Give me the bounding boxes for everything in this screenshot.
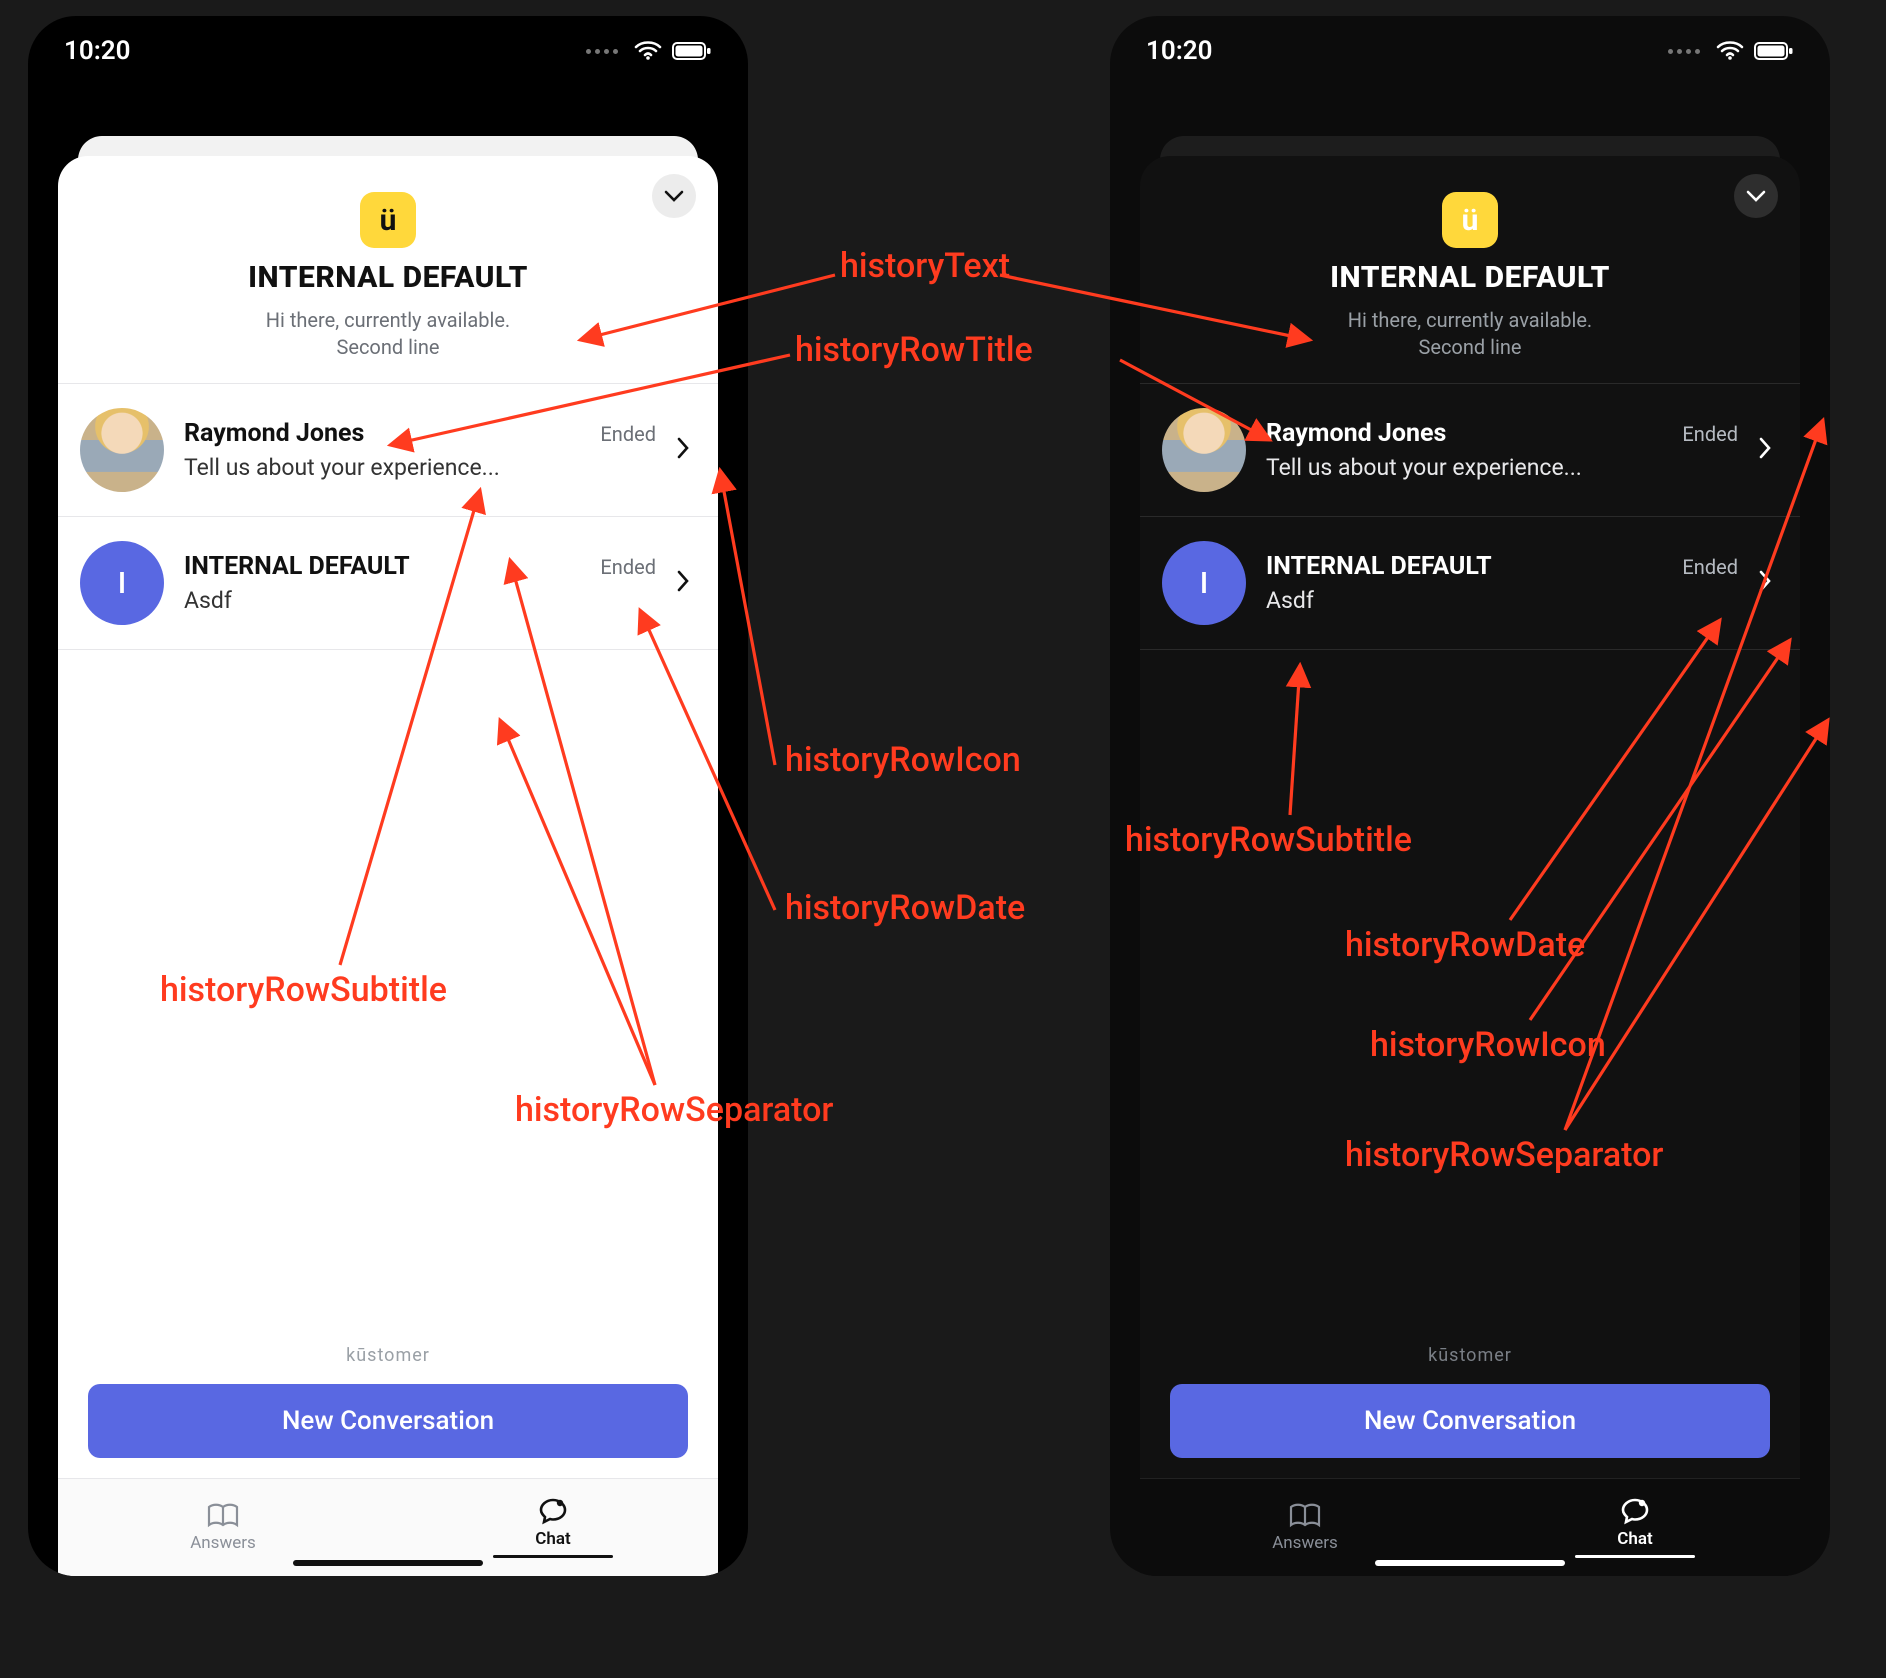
chat-icon (538, 1497, 568, 1525)
history-row-date: Ended (600, 422, 656, 446)
page-title: INTERNAL DEFAULT (1330, 260, 1610, 295)
row-body: INTERNAL DEFAULT Ended Asdf (184, 552, 656, 614)
history-row-subtitle: Tell us about your experience... (1266, 454, 1738, 481)
sheet-header: ü INTERNAL DEFAULT Hi there, currently a… (1140, 156, 1800, 383)
history-rows: Raymond Jones Ended Tell us about your e… (1140, 384, 1800, 650)
chevron-down-icon (1746, 190, 1766, 202)
history-text: Hi there, currently available. Second li… (1348, 307, 1592, 361)
new-conversation-button[interactable]: New Conversation (88, 1384, 688, 1458)
book-icon (206, 1503, 240, 1529)
status-right (586, 41, 712, 61)
history-row-date: Ended (600, 555, 656, 579)
page-title: INTERNAL DEFAULT (248, 260, 528, 295)
history-row-title: Raymond Jones (184, 419, 364, 448)
chat-sheet: ü INTERNAL DEFAULT Hi there, currently a… (58, 156, 718, 1576)
anno-history-row-date-l: historyRowDate (785, 888, 1025, 928)
history-row-title: INTERNAL DEFAULT (1266, 552, 1492, 581)
sheet-header: ü INTERNAL DEFAULT Hi there, currently a… (58, 156, 718, 383)
history-row-subtitle: Asdf (1266, 587, 1738, 614)
status-time: 10:20 (64, 36, 131, 66)
logo-glyph: ü (380, 203, 397, 238)
logo-badge: ü (1442, 192, 1498, 248)
home-indicator (1375, 1560, 1565, 1566)
anno-history-row-icon-l: historyRowIcon (785, 740, 1021, 780)
avatar-initial: I (80, 541, 164, 625)
battery-icon (672, 41, 712, 61)
status-right (1668, 41, 1794, 61)
history-row[interactable]: I INTERNAL DEFAULT Ended Asdf (58, 516, 718, 649)
history-row-title: INTERNAL DEFAULT (184, 552, 410, 581)
status-bar: 10:20 (28, 16, 748, 86)
battery-icon (1754, 41, 1794, 61)
avatar-initial: I (1162, 541, 1246, 625)
new-conversation-button[interactable]: New Conversation (1170, 1384, 1770, 1458)
logo-badge: ü (360, 192, 416, 248)
status-time: 10:20 (1146, 36, 1213, 66)
book-icon (1288, 1503, 1322, 1529)
home-indicator (293, 1560, 483, 1566)
history-row-title: Raymond Jones (1266, 419, 1446, 448)
powered-by: kūstomer (58, 1345, 718, 1366)
history-row-subtitle: Tell us about your experience... (184, 454, 656, 481)
history-row[interactable]: I INTERNAL DEFAULT Ended Asdf (1140, 516, 1800, 649)
chevron-down-icon (664, 190, 684, 202)
phone-light: 10:20 ü INTERNAL DEFAULT Hi there, curre… (28, 16, 748, 1576)
phone-dark: 10:20 ü INTERNAL DEFAULT Hi there, curre… (1110, 16, 1830, 1576)
history-row-icon (676, 569, 696, 597)
signal-dots-icon (586, 49, 618, 54)
avatar-photo (80, 408, 164, 492)
history-row-icon (1758, 569, 1778, 597)
history-row-date: Ended (1682, 422, 1738, 446)
avatar-photo (1162, 408, 1246, 492)
collapse-button[interactable] (1734, 174, 1778, 218)
history-row-icon (676, 436, 696, 464)
collapse-button[interactable] (652, 174, 696, 218)
wifi-icon (634, 41, 662, 61)
history-text: Hi there, currently available. Second li… (266, 307, 510, 361)
logo-glyph: ü (1462, 203, 1479, 238)
history-row-subtitle: Asdf (184, 587, 656, 614)
chat-sheet: ü INTERNAL DEFAULT Hi there, currently a… (1140, 156, 1800, 1576)
powered-by: kūstomer (1140, 1345, 1800, 1366)
history-row-date: Ended (1682, 555, 1738, 579)
anno-history-row-title: historyRowTitle (795, 330, 1033, 370)
history-row[interactable]: Raymond Jones Ended Tell us about your e… (58, 384, 718, 516)
history-row[interactable]: Raymond Jones Ended Tell us about your e… (1140, 384, 1800, 516)
row-body: Raymond Jones Ended Tell us about your e… (184, 419, 656, 481)
signal-dots-icon (1668, 49, 1700, 54)
chat-icon (1620, 1497, 1650, 1525)
anno-history-text: historyText (840, 246, 1010, 286)
history-row-icon (1758, 436, 1778, 464)
status-bar: 10:20 (1110, 16, 1830, 86)
wifi-icon (1716, 41, 1744, 61)
history-rows: Raymond Jones Ended Tell us about your e… (58, 384, 718, 650)
